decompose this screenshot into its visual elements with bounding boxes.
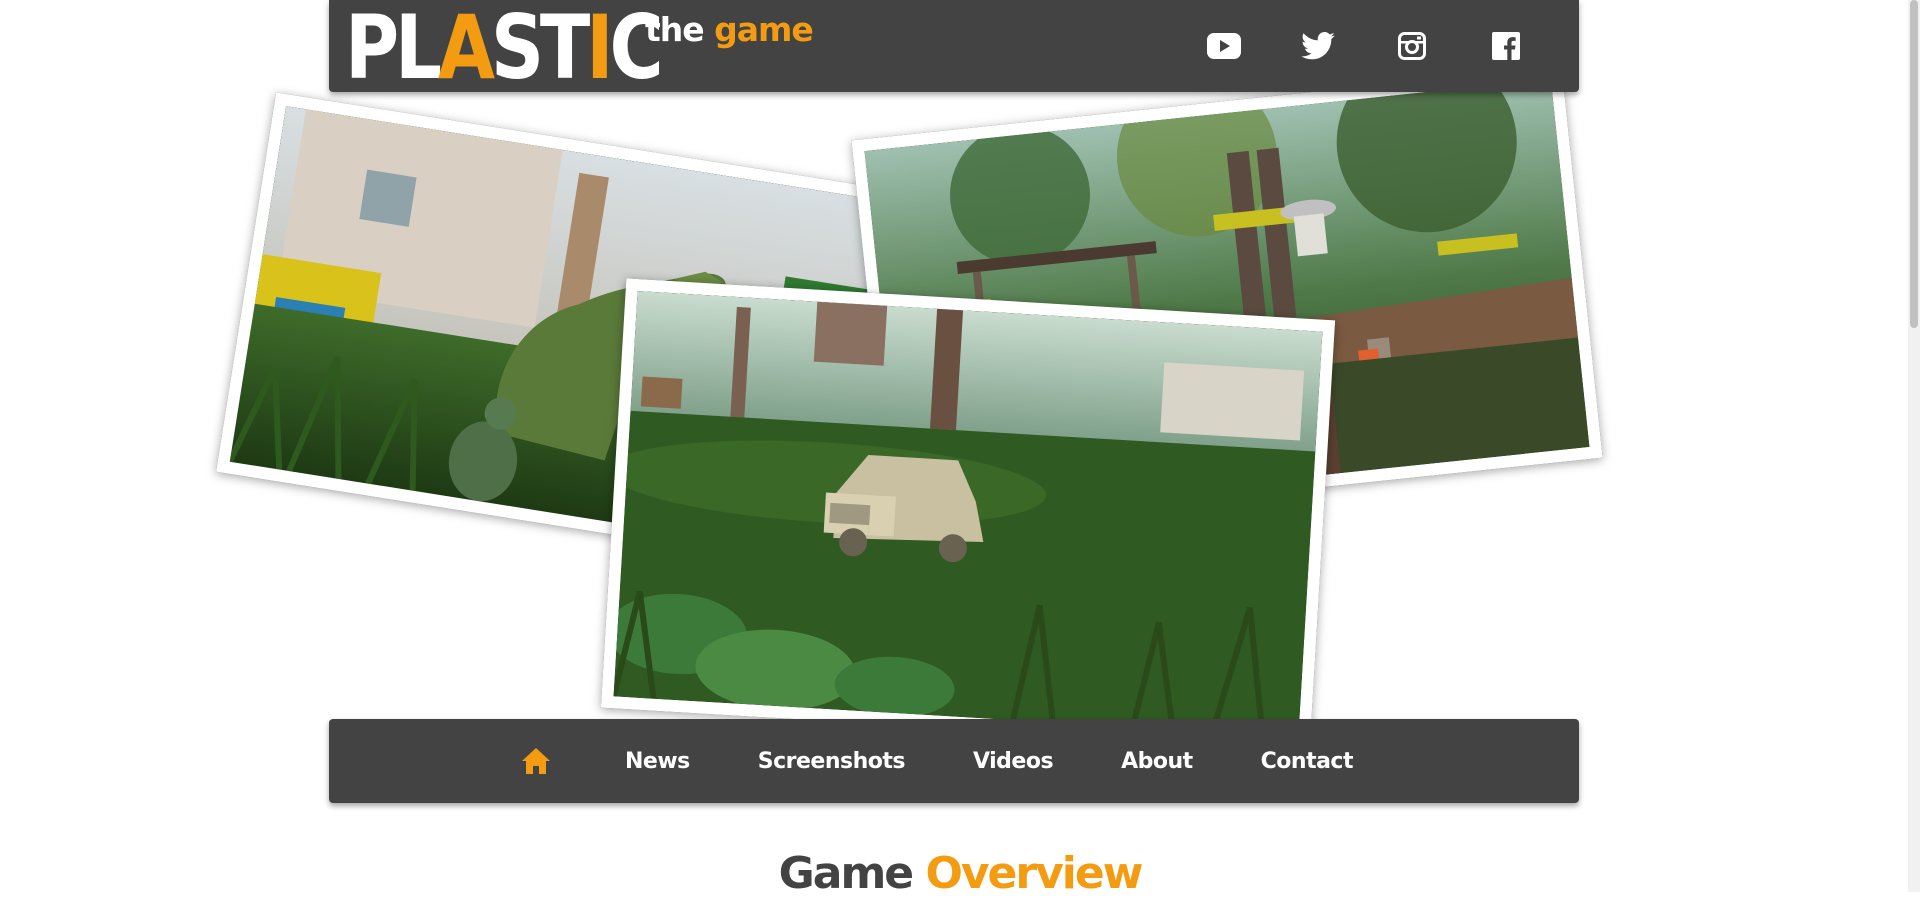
instagram-icon	[1398, 32, 1426, 60]
nav-item-screenshots[interactable]: Screenshots	[758, 749, 906, 774]
logo-tagline: the game	[645, 10, 814, 49]
site-logo[interactable]: PLASTIC the game	[345, 0, 814, 99]
home-icon	[522, 748, 550, 774]
screenshot-humvee[interactable]	[600, 278, 1336, 750]
site-header: PLASTIC the game	[329, 0, 1579, 92]
facebook-icon	[1492, 32, 1520, 60]
facebook-link[interactable]	[1488, 28, 1524, 64]
nav-item-contact[interactable]: Contact	[1261, 749, 1354, 774]
youtube-icon	[1207, 33, 1241, 59]
main-nav: News Screenshots Videos About Contact	[329, 719, 1579, 803]
section-title: Game Overview	[778, 848, 1144, 899]
nav-item-about[interactable]: About	[1121, 749, 1193, 774]
instagram-link[interactable]	[1394, 28, 1430, 64]
logo-wordmark: PLASTIC	[345, 0, 664, 99]
nav-home[interactable]	[521, 746, 551, 776]
nav-item-news[interactable]: News	[625, 749, 690, 774]
youtube-link[interactable]	[1206, 28, 1242, 64]
humvee-scene-image	[613, 291, 1323, 737]
nav-item-videos[interactable]: Videos	[973, 749, 1054, 774]
twitter-icon	[1301, 32, 1335, 60]
scrollbar-thumb[interactable]	[1910, 0, 1918, 328]
page-scrollbar[interactable]	[1908, 0, 1920, 892]
social-links	[1206, 28, 1524, 64]
twitter-link[interactable]	[1300, 28, 1336, 64]
